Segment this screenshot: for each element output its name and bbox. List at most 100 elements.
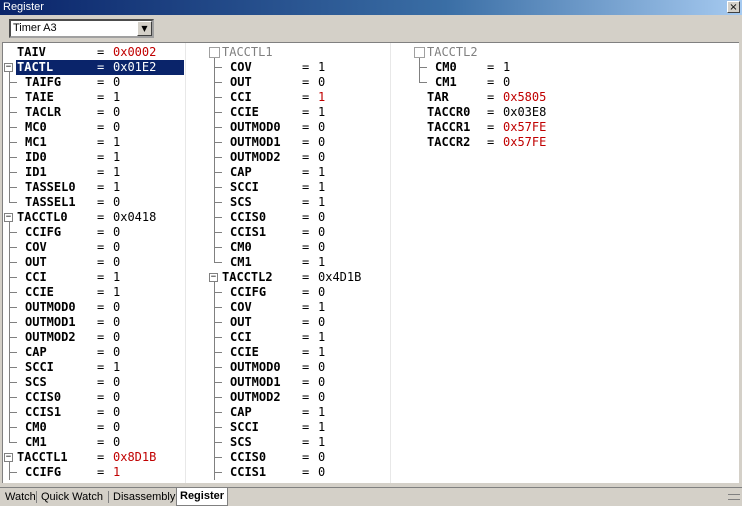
register-row[interactable]: OUTMOD2 = 0 xyxy=(3,330,203,345)
register-row[interactable]: OUTMOD2 = 0 xyxy=(208,390,408,405)
register-value[interactable]: 1 xyxy=(113,135,120,150)
register-row[interactable]: TACTL = 0x01E2 xyxy=(3,60,203,75)
register-value[interactable]: 1 xyxy=(113,465,120,480)
register-row[interactable]: SCS = 1 xyxy=(208,435,408,450)
register-value[interactable]: 1 xyxy=(113,180,120,195)
register-value[interactable]: 1 xyxy=(318,345,325,360)
register-value[interactable]: 0 xyxy=(318,210,325,225)
register-value[interactable]: 0 xyxy=(113,195,120,210)
register-value[interactable]: 0 xyxy=(113,105,120,120)
register-value[interactable]: 1 xyxy=(318,180,325,195)
register-row[interactable]: CCIS0 = 0 xyxy=(3,390,203,405)
tab-disassembly[interactable]: Disassembly xyxy=(110,489,178,505)
register-value[interactable]: 0x03E8 xyxy=(503,105,546,120)
register-row[interactable]: CCIFG = 1 xyxy=(3,465,203,480)
register-value[interactable]: 1 xyxy=(318,60,325,75)
register-row[interactable]: TAIE = 1 xyxy=(3,90,203,105)
register-value[interactable]: 0 xyxy=(113,225,120,240)
register-row[interactable]: CM0 = 0 xyxy=(208,240,408,255)
register-row[interactable]: OUTMOD0 = 0 xyxy=(208,120,408,135)
register-row[interactable]: TACLR = 0 xyxy=(3,105,203,120)
register-value[interactable]: 0 xyxy=(113,255,120,270)
register-row[interactable]: ID0 = 1 xyxy=(3,150,203,165)
register-value[interactable]: 0 xyxy=(113,375,120,390)
register-row[interactable]: TACCTL1 xyxy=(208,45,408,60)
register-value[interactable]: 1 xyxy=(113,270,120,285)
register-row[interactable]: OUT = 0 xyxy=(208,315,408,330)
register-value[interactable]: 0 xyxy=(318,315,325,330)
register-value[interactable]: 0 xyxy=(113,330,120,345)
register-row[interactable]: COV = 1 xyxy=(208,60,408,75)
register-value[interactable]: 0x0418 xyxy=(113,210,156,225)
checkbox-icon[interactable] xyxy=(414,47,425,58)
register-row[interactable]: OUTMOD0 = 0 xyxy=(3,300,203,315)
register-row[interactable]: CM0 = 1 xyxy=(413,60,613,75)
register-row[interactable]: TAIFG = 0 xyxy=(3,75,203,90)
register-row[interactable]: CCI = 1 xyxy=(208,330,408,345)
register-row[interactable]: TACCR2 = 0x57FE xyxy=(413,135,613,150)
register-row[interactable]: SCCI = 1 xyxy=(208,420,408,435)
register-value[interactable]: 1 xyxy=(318,420,325,435)
register-value[interactable]: 0x01E2 xyxy=(113,60,156,75)
collapse-icon[interactable]: − xyxy=(4,453,13,462)
register-value[interactable]: 0 xyxy=(318,375,325,390)
register-value[interactable]: 1 xyxy=(318,90,325,105)
register-value[interactable]: 0x0002 xyxy=(113,45,156,60)
module-select[interactable]: Timer A3 ▼ xyxy=(9,19,154,38)
register-value[interactable]: 1 xyxy=(318,330,325,345)
register-value[interactable]: 1 xyxy=(113,360,120,375)
register-row[interactable]: SCCI = 1 xyxy=(3,360,203,375)
register-row[interactable]: CCI = 1 xyxy=(208,90,408,105)
register-value[interactable]: 0 xyxy=(318,240,325,255)
tab-register[interactable]: Register xyxy=(176,488,229,506)
tab-quick-watch[interactable]: Quick Watch xyxy=(38,489,106,505)
tab-watch[interactable]: Watch xyxy=(2,489,39,505)
register-value[interactable]: 0 xyxy=(318,450,325,465)
register-row[interactable]: CAP = 1 xyxy=(208,165,408,180)
register-value[interactable]: 0 xyxy=(318,75,325,90)
register-value[interactable]: 0x8D1B xyxy=(113,450,156,465)
register-row[interactable]: ID1 = 1 xyxy=(3,165,203,180)
register-row[interactable]: TASSEL0 = 1 xyxy=(3,180,203,195)
register-row[interactable]: SCS = 0 xyxy=(3,375,203,390)
register-row[interactable]: CCIE = 1 xyxy=(3,285,203,300)
register-value[interactable]: 1 xyxy=(113,285,120,300)
register-value[interactable]: 0 xyxy=(318,120,325,135)
register-row[interactable]: MC1 = 1 xyxy=(3,135,203,150)
register-row[interactable]: CCIE = 1 xyxy=(208,105,408,120)
register-value[interactable]: 1 xyxy=(318,300,325,315)
register-value[interactable]: 1 xyxy=(113,150,120,165)
register-row[interactable]: CCIFG = 0 xyxy=(3,225,203,240)
register-value[interactable]: 0 xyxy=(113,315,120,330)
register-value[interactable]: 0 xyxy=(318,465,325,480)
register-row[interactable]: TAR = 0x5805 xyxy=(413,90,613,105)
register-value[interactable]: 1 xyxy=(113,165,120,180)
register-row[interactable]: OUTMOD1 = 0 xyxy=(208,135,408,150)
register-value[interactable]: 0 xyxy=(503,75,510,90)
register-value[interactable]: 0x4D1B xyxy=(318,270,361,285)
register-row[interactable]: CCIS1 = 0 xyxy=(3,405,203,420)
register-row[interactable]: SCS = 1 xyxy=(208,195,408,210)
register-value[interactable]: 0 xyxy=(113,420,120,435)
register-value[interactable]: 1 xyxy=(113,90,120,105)
register-row[interactable]: OUT = 0 xyxy=(208,75,408,90)
register-row[interactable]: TACCTL0 = 0x0418 xyxy=(3,210,203,225)
register-row[interactable]: CM1 = 0 xyxy=(413,75,613,90)
register-row[interactable]: CAP = 0 xyxy=(3,345,203,360)
register-row[interactable]: OUTMOD1 = 0 xyxy=(208,375,408,390)
dropdown-button[interactable]: ▼ xyxy=(137,21,152,36)
collapse-icon[interactable]: − xyxy=(4,63,13,72)
register-value[interactable]: 0 xyxy=(113,240,120,255)
register-row[interactable]: OUTMOD0 = 0 xyxy=(208,360,408,375)
register-row[interactable]: SCCI = 1 xyxy=(208,180,408,195)
register-row[interactable]: TASSEL1 = 0 xyxy=(3,195,203,210)
register-value[interactable]: 1 xyxy=(318,405,325,420)
collapse-icon[interactable]: − xyxy=(209,273,218,282)
close-button[interactable]: × xyxy=(727,1,740,13)
register-row[interactable]: CM1 = 1 xyxy=(208,255,408,270)
register-value[interactable]: 0 xyxy=(113,120,120,135)
register-value[interactable]: 0x5805 xyxy=(503,90,546,105)
register-row[interactable]: TAIV = 0x0002 xyxy=(3,45,203,60)
register-row[interactable]: CAP = 1 xyxy=(208,405,408,420)
register-value[interactable]: 1 xyxy=(318,435,325,450)
